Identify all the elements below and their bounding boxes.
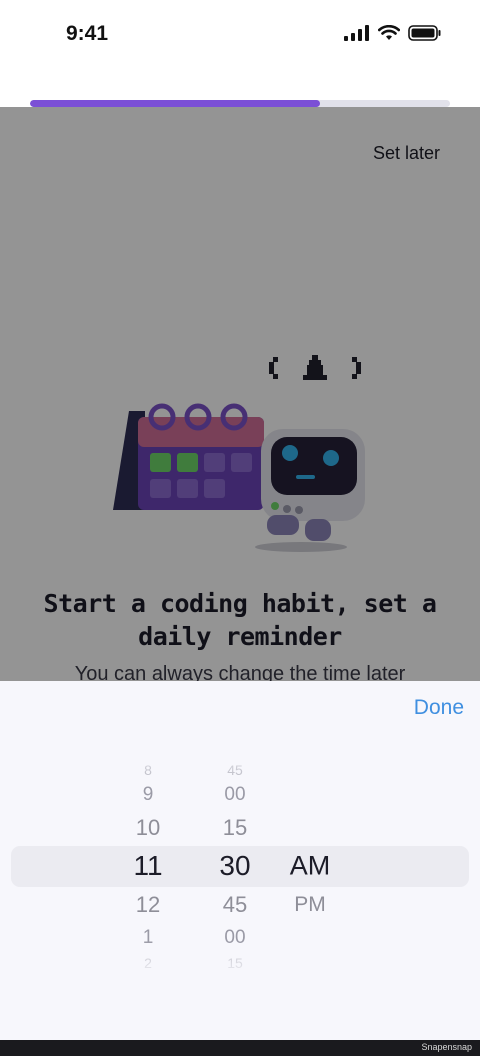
period-wheel[interactable]: AM PM — [270, 681, 350, 1040]
status-time: 9:41 — [66, 22, 109, 45]
robot-calendar-illustration — [113, 355, 365, 552]
hour-option[interactable]: 9 — [108, 784, 188, 806]
set-later-link[interactable]: Set later — [373, 143, 440, 164]
done-button[interactable]: Done — [414, 696, 464, 720]
hour-option[interactable]: 12 — [108, 892, 188, 918]
minute-option[interactable]: 00 — [195, 784, 275, 806]
minute-wheel[interactable]: 45 00 15 30 45 00 15 — [195, 681, 275, 1040]
calendar-icon — [113, 403, 264, 510]
minute-option[interactable]: 45 — [195, 762, 275, 778]
hour-option[interactable]: 1 — [108, 927, 188, 949]
minute-option[interactable]: 15 — [195, 815, 275, 841]
period-option[interactable]: PM — [270, 893, 350, 917]
headline-line-2: daily reminder — [138, 622, 342, 651]
hour-option[interactable]: 10 — [108, 815, 188, 841]
main-content: Set later Start a coding habit, set a da… — [0, 107, 480, 681]
headline-line-1: Start a coding habit, set a — [43, 589, 437, 618]
hour-option[interactable]: 11 — [108, 850, 188, 882]
minute-option[interactable]: 15 — [195, 955, 275, 971]
wifi-icon — [378, 25, 400, 40]
minute-option[interactable]: 30 — [195, 850, 275, 882]
page-title: Start a coding habit, set a daily remind… — [0, 587, 480, 653]
footer-text: Snapensnap — [421, 1042, 472, 1052]
battery-icon — [408, 25, 441, 41]
footer-bar: Snapensnap — [0, 1040, 480, 1056]
progress-fill — [30, 100, 320, 107]
status-bar: 9:41 — [0, 0, 480, 107]
hour-option[interactable]: 8 — [108, 762, 188, 778]
bell-icon — [269, 355, 361, 380]
status-icons — [344, 25, 442, 41]
minute-option[interactable]: 00 — [195, 927, 275, 949]
hour-option[interactable]: 2 — [108, 955, 188, 971]
period-option[interactable]: AM — [270, 851, 350, 882]
signal-icon — [344, 25, 369, 41]
robot-icon — [255, 429, 365, 552]
time-picker-sheet: Done 8 9 10 11 12 1 2 45 00 15 30 45 00 15 AM PM — [0, 681, 480, 1040]
progress-bar — [30, 100, 450, 107]
subtitle-text: You can always change the time later — [74, 663, 406, 681]
hour-wheel[interactable]: 8 9 10 11 12 1 2 — [108, 681, 188, 1040]
minute-option[interactable]: 45 — [195, 892, 275, 918]
